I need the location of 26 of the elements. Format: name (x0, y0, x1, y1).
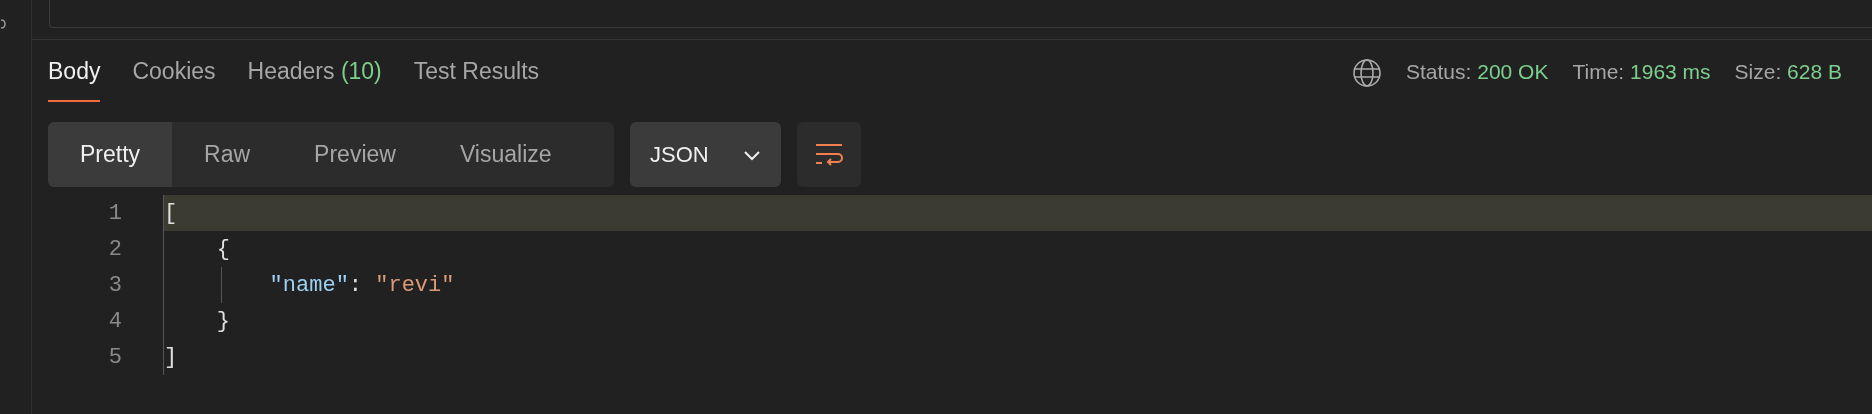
line-number: 1 (107, 200, 123, 226)
code-line: } (215, 308, 230, 334)
wrap-lines-button[interactable] (797, 122, 861, 187)
globe-icon[interactable] (1352, 58, 1382, 88)
code-line: "name": "revi" (268, 272, 455, 298)
view-mode-button[interactable]: Raw (172, 122, 283, 187)
response-stat: Status: 200 OK (1406, 59, 1549, 84)
line-number: 4 (107, 308, 123, 334)
chevron-down-icon (743, 148, 761, 161)
wrap-icon (814, 141, 844, 168)
format-dropdown[interactable]: JSON (630, 122, 781, 187)
response-tab[interactable]: Test Results (413, 55, 540, 102)
line-number: 3 (107, 272, 123, 298)
view-mode-button[interactable]: Visualize (427, 122, 584, 187)
code-line: [ (164, 200, 178, 226)
view-mode-button[interactable]: Pretty (48, 122, 173, 187)
response-tab[interactable]: Cookies (132, 55, 216, 102)
response-stat: Time: 1963 ms (1572, 59, 1711, 84)
code-line: { (215, 236, 230, 262)
response-tab[interactable]: Body (48, 55, 101, 102)
response-stat: Size: 628 B (1734, 59, 1842, 84)
response-tab[interactable]: Headers (10) (247, 55, 382, 102)
code-line: ] (164, 344, 178, 370)
line-number: 2 (107, 236, 123, 262)
line-number: 5 (107, 344, 123, 370)
view-mode-button[interactable]: Preview (282, 122, 428, 187)
